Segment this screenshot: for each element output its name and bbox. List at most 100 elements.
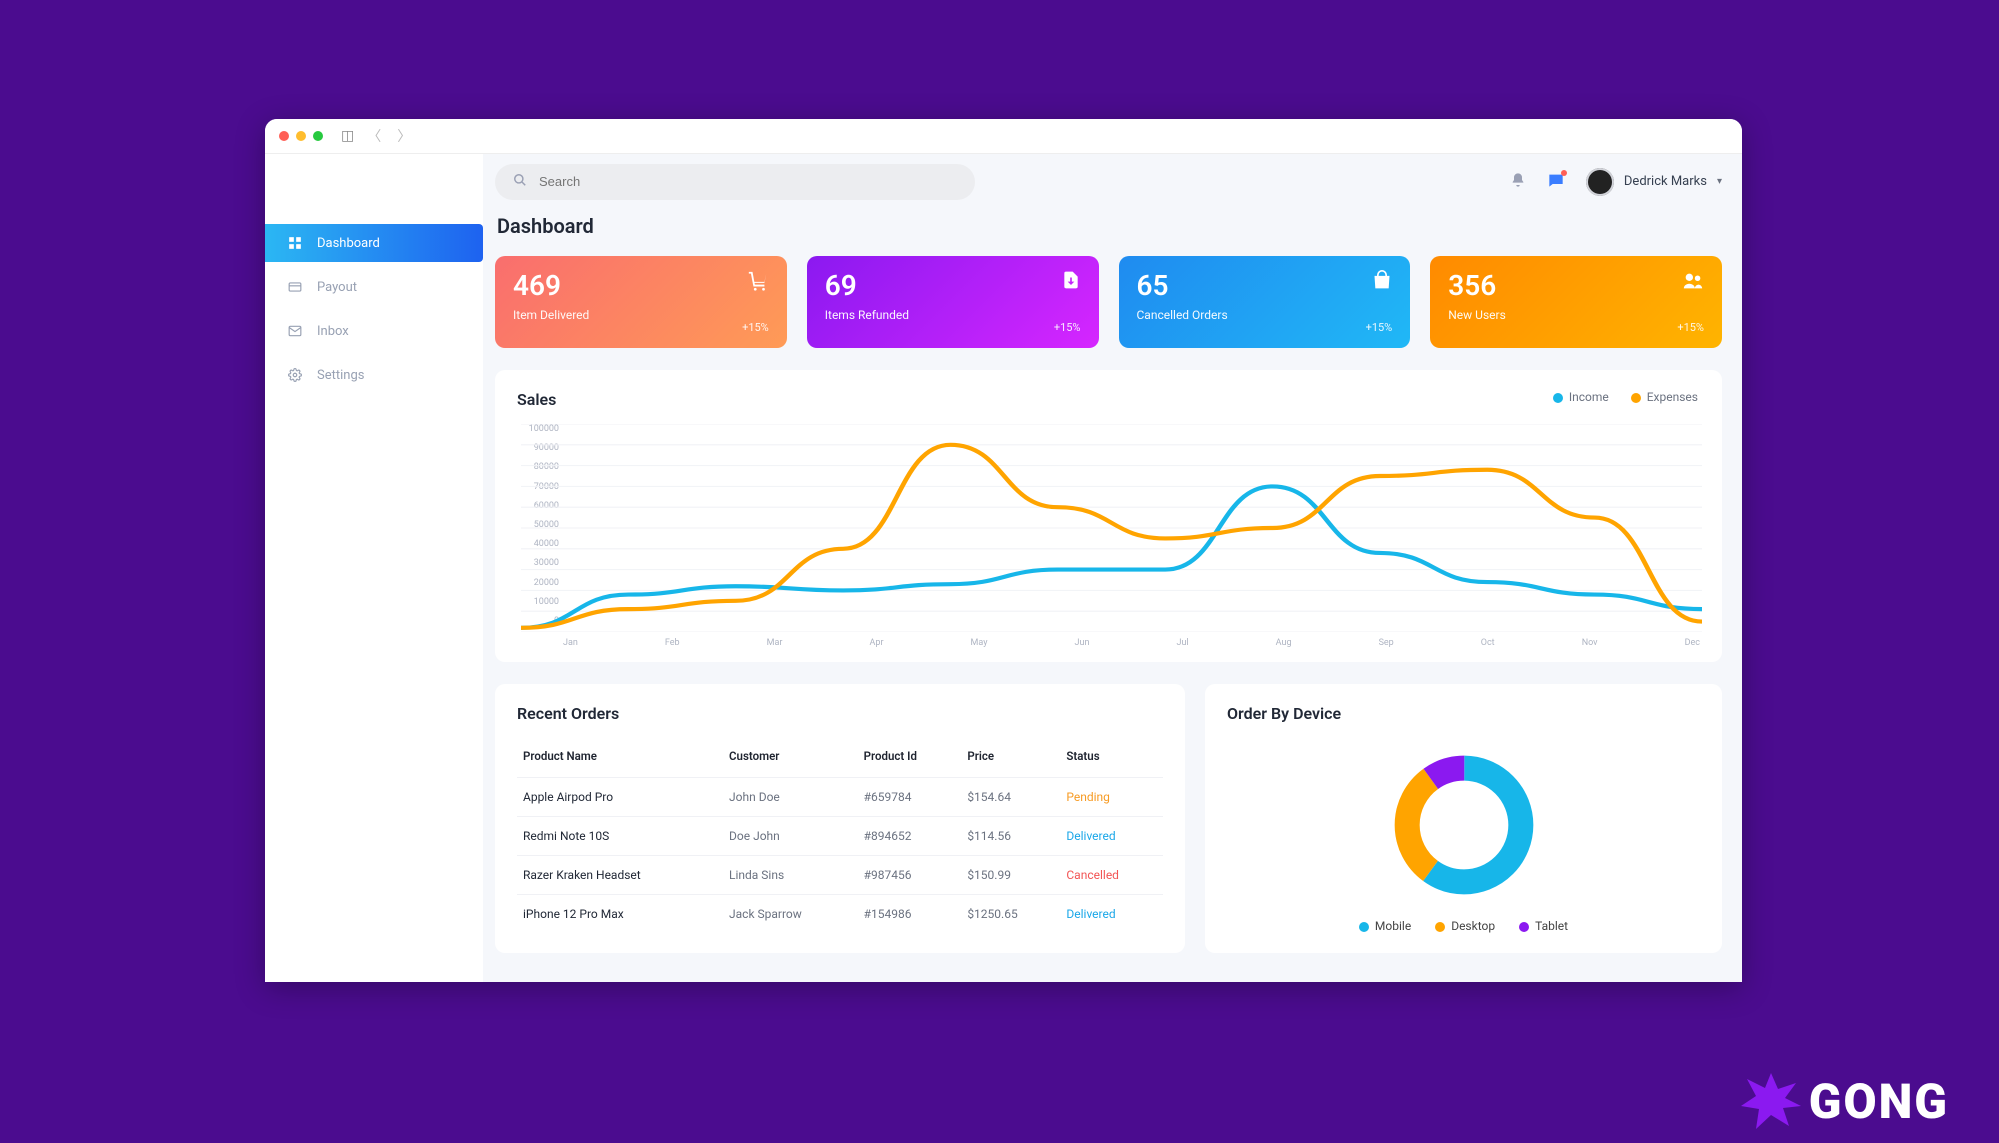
cell-status: Cancelled — [1060, 856, 1163, 895]
col-price: Price — [961, 739, 1060, 778]
cell-product: Apple Airpod Pro — [517, 778, 723, 817]
sidebar-toggle-icon[interactable]: ◫ — [341, 128, 354, 144]
stat-card-new-users[interactable]: 356 New Users +15% — [1430, 256, 1722, 348]
window-dots — [279, 131, 323, 141]
card-icon — [287, 280, 303, 294]
sales-title: Sales — [517, 390, 1700, 409]
cell-id: #659784 — [858, 778, 962, 817]
cell-id: #987456 — [858, 856, 962, 895]
messages-icon[interactable] — [1548, 172, 1564, 192]
device-donut-chart — [1389, 750, 1539, 900]
user-menu[interactable]: Dedrick Marks ▾ — [1586, 168, 1722, 196]
legend-expenses: Expenses — [1631, 390, 1698, 404]
sales-legend: Income Expenses — [1553, 390, 1698, 404]
search-input[interactable] — [539, 174, 957, 189]
stat-value: 469 — [513, 272, 589, 300]
stat-card-items-refunded[interactable]: 69 Items Refunded +15% — [807, 256, 1099, 348]
orders-title: Recent Orders — [517, 704, 1163, 723]
table-row[interactable]: Redmi Note 10SDoe John#894652$114.56Deli… — [517, 817, 1163, 856]
sidebar-item-label: Inbox — [317, 324, 349, 339]
sidebar-item-inbox[interactable]: Inbox — [265, 312, 483, 350]
sidebar-item-label: Payout — [317, 280, 357, 295]
user-name: Dedrick Marks — [1624, 174, 1707, 189]
cell-customer: Linda Sins — [723, 856, 858, 895]
stat-pct: +15% — [1366, 321, 1393, 334]
sidebar-item-dashboard[interactable]: Dashboard — [265, 224, 483, 262]
sidebar-item-label: Dashboard — [317, 236, 380, 251]
notifications-icon[interactable] — [1510, 172, 1526, 192]
cell-product: iPhone 12 Pro Max — [517, 895, 723, 934]
app-window: ◫ 〈 〉 Dedrick Marks ▾ — [265, 119, 1742, 982]
sidebar: Dashboard Payout Inbox Settings — [265, 154, 483, 982]
grid-icon — [287, 236, 303, 250]
sidebar-item-settings[interactable]: Settings — [265, 356, 483, 394]
page-title: Dashboard — [497, 214, 1722, 238]
stat-label: Cancelled Orders — [1137, 308, 1228, 322]
refund-icon — [1061, 270, 1081, 295]
cell-status: Pending — [1060, 778, 1163, 817]
table-row[interactable]: Razer Kraken HeadsetLinda Sins#987456$15… — [517, 856, 1163, 895]
cell-product: Razer Kraken Headset — [517, 856, 723, 895]
table-row[interactable]: iPhone 12 Pro MaxJack Sparrow#154986$125… — [517, 895, 1163, 934]
cell-id: #154986 — [858, 895, 962, 934]
stat-card-cancelled-orders[interactable]: 65 Cancelled Orders +15% — [1119, 256, 1411, 348]
search-icon — [513, 172, 527, 191]
avatar — [1586, 168, 1614, 196]
cell-price: $150.99 — [961, 856, 1060, 895]
sidebar-item-label: Settings — [317, 368, 364, 383]
nav-forward-icon[interactable]: 〉 — [394, 126, 414, 146]
minimize-dot[interactable] — [296, 131, 306, 141]
stat-pct: +15% — [742, 321, 769, 334]
order-by-device-panel: Order By Device Mobile Desktop Tablet — [1205, 684, 1722, 953]
stat-card-item-delivered[interactable]: 469 Item Delivered +15% — [495, 256, 787, 348]
recent-orders-panel: Recent Orders Product NameCustomerProduc… — [495, 684, 1185, 953]
mail-icon — [287, 324, 303, 338]
bag-icon — [1372, 270, 1392, 295]
cell-customer: John Doe — [723, 778, 858, 817]
nav-back-icon[interactable]: 〈 — [364, 126, 384, 146]
legend-tablet: Tablet — [1519, 919, 1568, 933]
sales-panel: Sales Income Expenses 100000900008000070… — [495, 370, 1722, 662]
col-status: Status — [1060, 739, 1163, 778]
stat-label: Items Refunded — [825, 308, 909, 322]
legend-income: Income — [1553, 390, 1609, 404]
cell-customer: Doe John — [723, 817, 858, 856]
gear-icon — [287, 368, 303, 382]
stat-label: Item Delivered — [513, 308, 589, 322]
table-row[interactable]: Apple Airpod ProJohn Doe#659784$154.64Pe… — [517, 778, 1163, 817]
col-product-id: Product Id — [858, 739, 962, 778]
app-topbar: Dedrick Marks ▾ — [495, 154, 1722, 209]
cell-product: Redmi Note 10S — [517, 817, 723, 856]
stat-value: 69 — [825, 272, 909, 300]
gong-wordmark: GONG — [1809, 1073, 1949, 1130]
cart-icon — [747, 270, 769, 297]
stat-value: 356 — [1448, 272, 1506, 300]
stat-value: 65 — [1137, 272, 1228, 300]
cell-price: $114.56 — [961, 817, 1060, 856]
zoom-dot[interactable] — [313, 131, 323, 141]
stat-cards-row: 469 Item Delivered +15% 69 Items Refunded +15… — [495, 256, 1722, 348]
cell-status: Delivered — [1060, 895, 1163, 934]
users-icon — [1682, 270, 1704, 297]
stat-pct: +15% — [1677, 321, 1704, 334]
stat-pct: +15% — [1054, 321, 1081, 334]
main-content: Dashboard 469 Item Delivered +15% 69 Items R… — [495, 214, 1722, 982]
cell-price: $1250.65 — [961, 895, 1060, 934]
col-product-name: Product Name — [517, 739, 723, 778]
stat-label: New Users — [1448, 308, 1506, 322]
sales-x-axis: JanFebMarAprMayJunJulAugSepOctNovDec — [563, 638, 1700, 648]
sidebar-item-payout[interactable]: Payout — [265, 268, 483, 306]
cell-price: $154.64 — [961, 778, 1060, 817]
close-dot[interactable] — [279, 131, 289, 141]
legend-desktop: Desktop — [1435, 919, 1495, 933]
gong-logo: GONG — [1741, 1071, 1949, 1131]
orders-table: Product NameCustomerProduct IdPriceStatu… — [517, 739, 1163, 933]
device-legend: Mobile Desktop Tablet — [1227, 919, 1700, 933]
sales-chart — [521, 424, 1702, 632]
chevron-down-icon: ▾ — [1717, 176, 1722, 187]
cell-status: Delivered — [1060, 817, 1163, 856]
browser-titlebar: ◫ 〈 〉 — [265, 119, 1742, 154]
burst-icon — [1741, 1071, 1801, 1131]
search-box[interactable] — [495, 164, 975, 200]
col-customer: Customer — [723, 739, 858, 778]
